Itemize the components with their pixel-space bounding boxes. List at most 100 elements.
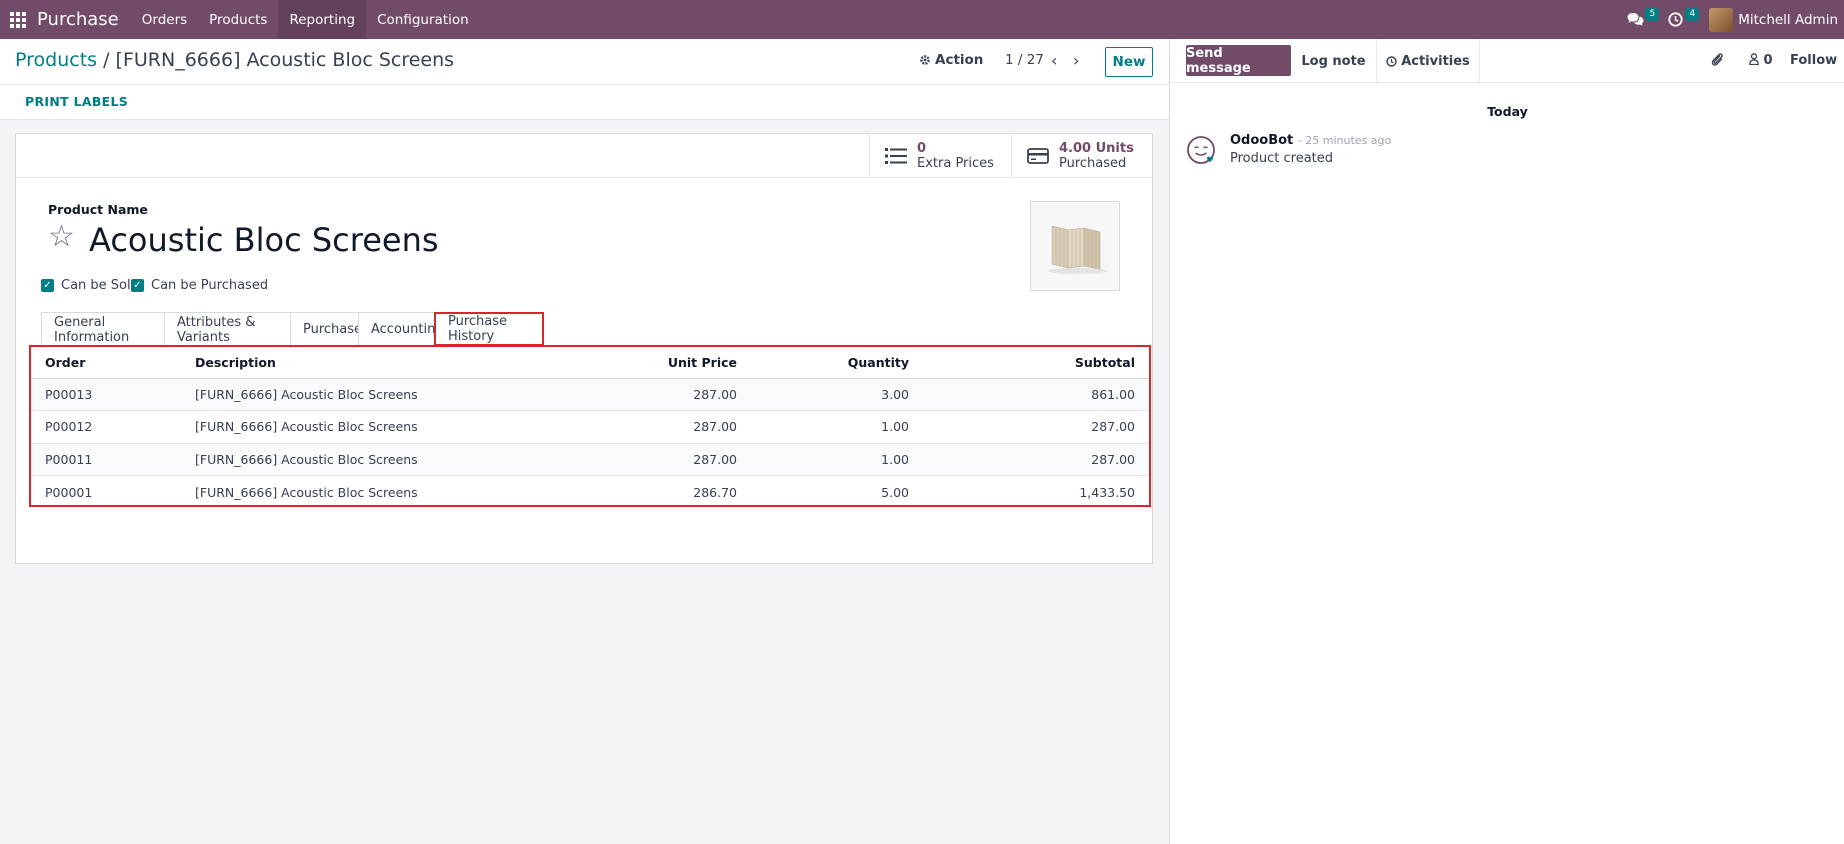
cell-subtotal: 287.00 bbox=[923, 410, 1149, 444]
activities-badge: 4 bbox=[1685, 8, 1700, 21]
cell-unit-price: 287.00 bbox=[561, 443, 751, 476]
chat-icon bbox=[1627, 13, 1644, 26]
table-header-row: Order Description Unit Price Quantity Su… bbox=[31, 347, 1149, 379]
can-be-sold-row: ✓ Can be Sold bbox=[41, 278, 139, 293]
breadcrumb: Products / [FURN_6666] Acoustic Bloc Scr… bbox=[15, 49, 454, 71]
tab-purchase-history[interactable]: Purchase History bbox=[434, 312, 544, 346]
apps-menu-icon[interactable] bbox=[0, 0, 36, 39]
credit-card-icon bbox=[1027, 148, 1049, 164]
acoustic-screen-image-icon bbox=[1048, 225, 1108, 274]
tab-attributes-variants[interactable]: Attributes & Variants bbox=[164, 312, 291, 346]
pager-next-icon[interactable]: › bbox=[1073, 51, 1079, 70]
extra-prices-label: Extra Prices bbox=[917, 155, 994, 171]
menu-orders[interactable]: Orders bbox=[131, 0, 198, 39]
can-be-purchased-label: Can be Purchased bbox=[151, 278, 269, 293]
menu-reporting[interactable]: Reporting bbox=[278, 0, 367, 39]
cell-description: [FURN_6666] Acoustic Bloc Screens bbox=[181, 410, 561, 444]
chatter-topbar: Send message Log note Activities 0 Follo… bbox=[1170, 39, 1844, 83]
chatter-panel: Send message Log note Activities 0 Follo… bbox=[1169, 39, 1844, 844]
breadcrumb-current: [FURN_6666] Acoustic Bloc Screens bbox=[115, 49, 455, 71]
tab-accounting[interactable]: Accounting bbox=[358, 312, 444, 346]
product-image[interactable] bbox=[1030, 201, 1120, 291]
pager-value[interactable]: 1 / 27 bbox=[1005, 52, 1044, 68]
breadcrumb-separator: / bbox=[103, 49, 110, 71]
user-icon bbox=[1749, 53, 1759, 66]
activities-systray[interactable]: 4 bbox=[1661, 0, 1700, 39]
new-button[interactable]: New bbox=[1105, 47, 1153, 77]
app-name[interactable]: Purchase bbox=[36, 9, 131, 30]
breadcrumb-products-link[interactable]: Products bbox=[15, 49, 97, 71]
cell-description: [FURN_6666] Acoustic Bloc Screens bbox=[181, 443, 561, 476]
purchase-history-table: Order Description Unit Price Quantity Su… bbox=[29, 345, 1151, 507]
can-be-purchased-row: ✓ Can be Purchased bbox=[131, 278, 268, 293]
column-unit-price[interactable]: Unit Price bbox=[561, 347, 751, 379]
can-be-purchased-checkbox[interactable]: ✓ bbox=[131, 279, 144, 292]
extra-prices-button[interactable]: 0 Extra Prices bbox=[869, 134, 1011, 178]
messages-systray[interactable]: 5 bbox=[1621, 0, 1660, 39]
messages-badge: 5 bbox=[1645, 8, 1660, 21]
product-name-input[interactable]: Acoustic Bloc Screens bbox=[89, 221, 439, 259]
user-name[interactable]: Mitchell Admin bbox=[1738, 12, 1838, 28]
activities-label: Activities bbox=[1401, 53, 1470, 69]
cell-description: [FURN_6666] Acoustic Bloc Screens bbox=[195, 484, 418, 500]
cell-unit-price: 286.70 bbox=[693, 484, 737, 500]
cell-subtotal: 861.00 bbox=[923, 378, 1149, 411]
action-button[interactable]: Action bbox=[919, 52, 983, 68]
followers-button[interactable]: 0 bbox=[1749, 53, 1773, 68]
control-panel: Products / [FURN_6666] Acoustic Bloc Scr… bbox=[0, 39, 1169, 85]
cell-quantity: 3.00 bbox=[751, 378, 923, 411]
cell-quantity: 1.00 bbox=[751, 443, 923, 476]
user-avatar[interactable] bbox=[1709, 7, 1734, 32]
cell-order: P00011 bbox=[31, 443, 181, 476]
follow-button[interactable]: Follow bbox=[1790, 53, 1837, 68]
date-separator: Today bbox=[1487, 104, 1528, 119]
purchased-label: Purchased bbox=[1059, 155, 1127, 171]
favorite-star-icon[interactable]: ☆ bbox=[48, 222, 75, 252]
column-order[interactable]: Order bbox=[31, 347, 181, 379]
odoobot-avatar[interactable] bbox=[1186, 135, 1216, 165]
cell-subtotal: 1,433.50 bbox=[1079, 484, 1135, 500]
cell-order: P00001 bbox=[45, 484, 93, 500]
purchased-button[interactable]: 4.00 Units Purchased bbox=[1011, 134, 1152, 178]
cell-order: P00013 bbox=[31, 378, 181, 411]
list-icon bbox=[885, 148, 907, 164]
message-body: Product created bbox=[1230, 151, 1334, 166]
menu-products[interactable]: Products bbox=[198, 0, 278, 39]
top-navbar: Purchase Orders Products Reporting Confi… bbox=[0, 0, 1844, 39]
paperclip-icon[interactable] bbox=[1710, 51, 1724, 71]
message-author-name[interactable]: OdooBot bbox=[1230, 133, 1293, 148]
cell-order: P00012 bbox=[31, 410, 181, 444]
table-row[interactable]: P00001 [FURN_6666] Acoustic Bloc Screens… bbox=[31, 476, 1149, 509]
column-quantity[interactable]: Quantity bbox=[751, 347, 923, 379]
column-subtotal[interactable]: Subtotal bbox=[923, 347, 1149, 379]
followers-count: 0 bbox=[1763, 53, 1773, 68]
pager-previous-icon[interactable]: ‹ bbox=[1051, 51, 1057, 70]
column-description[interactable]: Description bbox=[181, 347, 561, 379]
tab-general-information[interactable]: General Information bbox=[41, 312, 165, 346]
tab-purchase[interactable]: Purchase bbox=[290, 312, 362, 346]
cell-unit-price: 287.00 bbox=[561, 410, 751, 444]
cell-subtotal: 287.00 bbox=[923, 443, 1149, 476]
clock-icon bbox=[1668, 12, 1683, 27]
cell-description: [FURN_6666] Acoustic Bloc Screens bbox=[181, 378, 561, 411]
message-author: OdooBot - 25 minutes ago bbox=[1230, 133, 1391, 148]
log-note-button[interactable]: Log note bbox=[1291, 39, 1377, 83]
print-labels-button[interactable]: PRINT LABELS bbox=[25, 94, 128, 109]
status-bar: PRINT LABELS bbox=[0, 85, 1169, 120]
extra-prices-value: 0 bbox=[917, 140, 927, 156]
activities-button[interactable]: Activities bbox=[1377, 39, 1480, 83]
form-sheet: 0 Extra Prices 4.00 Units Purchased Prod… bbox=[15, 133, 1153, 564]
notebook-tabs: General Information Attributes & Variant… bbox=[41, 312, 1113, 346]
send-message-button[interactable]: Send message bbox=[1186, 45, 1291, 76]
table-row[interactable]: P00012 [FURN_6666] Acoustic Bloc Screens… bbox=[31, 410, 1149, 444]
can-be-sold-label: Can be Sold bbox=[61, 278, 139, 293]
product-name-label: Product Name bbox=[48, 202, 148, 217]
can-be-sold-checkbox[interactable]: ✓ bbox=[41, 279, 54, 292]
smart-button-box: 0 Extra Prices 4.00 Units Purchased bbox=[16, 134, 1152, 178]
message-time: - 25 minutes ago bbox=[1297, 134, 1392, 147]
table-row[interactable]: P00011 [FURN_6666] Acoustic Bloc Screens… bbox=[31, 443, 1149, 476]
clock-icon bbox=[1386, 55, 1397, 67]
purchased-value: 4.00 Units bbox=[1059, 140, 1134, 156]
table-row[interactable]: P00013 [FURN_6666] Acoustic Bloc Screens… bbox=[31, 378, 1149, 411]
menu-configuration[interactable]: Configuration bbox=[366, 0, 480, 39]
